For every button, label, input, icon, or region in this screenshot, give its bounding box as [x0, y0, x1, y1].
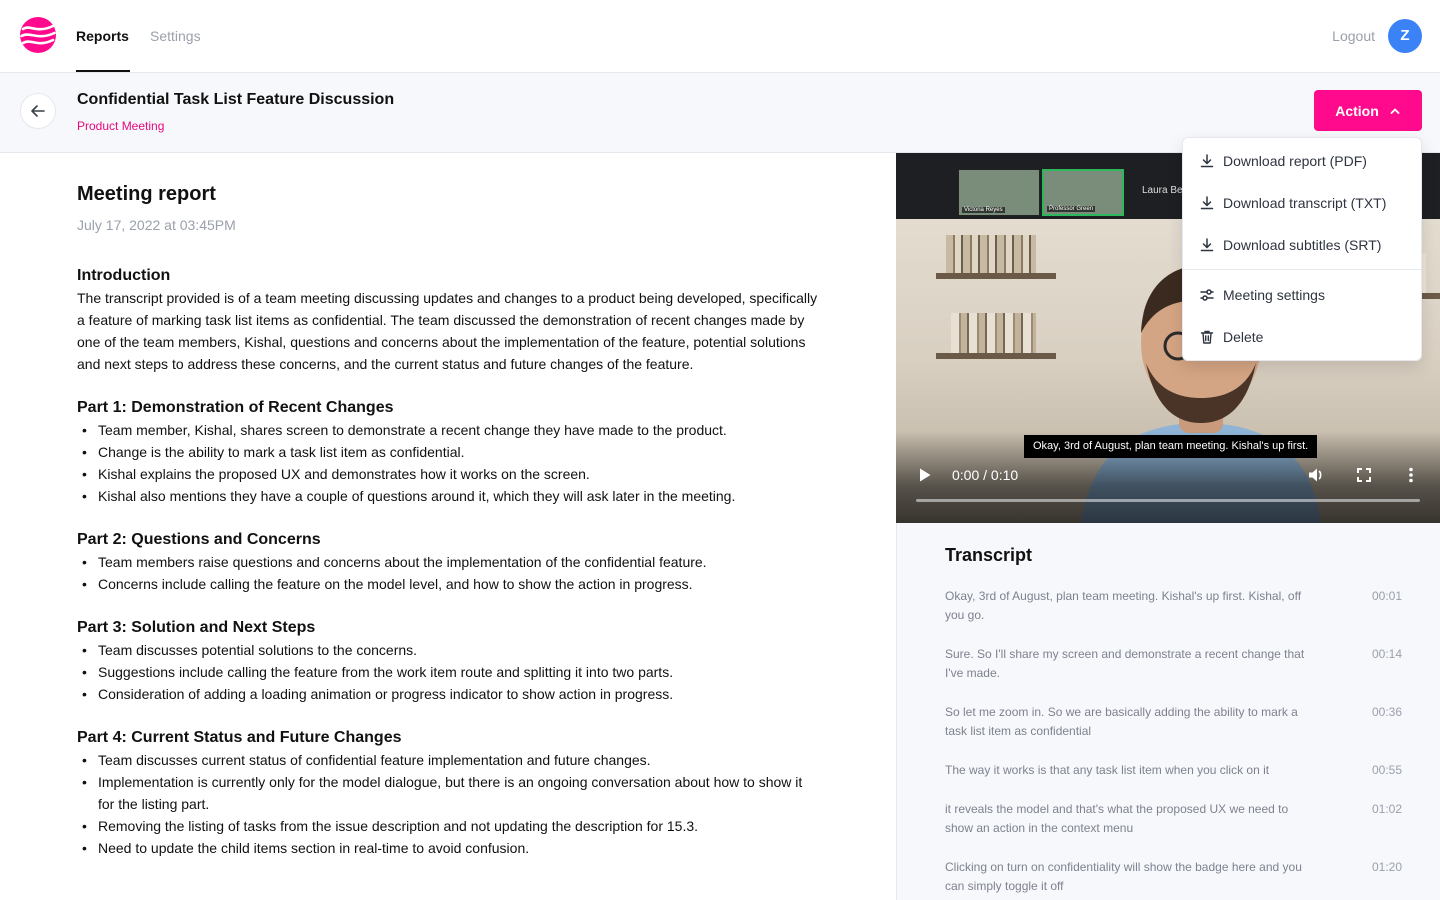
report-date: July 17, 2022 at 03:45PM [77, 217, 236, 233]
video-shelf [936, 353, 1056, 359]
logout-link[interactable]: Logout [1332, 28, 1375, 44]
play-icon[interactable] [918, 467, 932, 483]
report-bullet: Team discusses current status of confide… [77, 749, 822, 771]
sliders-icon [1200, 289, 1214, 301]
report-bullet: Team member, Kishal, shares screen to de… [77, 419, 822, 441]
report-section-part-3: Part 3: Solution and Next Steps Team dis… [77, 617, 822, 705]
video-timecode: 0:00 / 0:10 [952, 467, 1019, 483]
participant-name: Professor Green [1047, 206, 1096, 212]
section-title: Part 2: Questions and Concerns [77, 531, 321, 548]
video-books [946, 235, 1036, 273]
menu-item-download-subtitles[interactable]: Download subtitles (SRT) [1183, 227, 1421, 263]
video-progress-bar[interactable] [916, 499, 1420, 502]
transcript-text: Sure. So I'll share my screen and demons… [945, 647, 1305, 680]
report-section-part-4: Part 4: Current Status and Future Change… [77, 727, 822, 859]
section-title: Part 3: Solution and Next Steps [77, 619, 316, 636]
transcript-timestamp[interactable]: 01:20 [1372, 858, 1402, 877]
report-bullet: Team members raise questions and concern… [77, 551, 822, 573]
report-bullet: Removing the listing of tasks from the i… [77, 815, 822, 837]
meeting-report: Meeting report July 17, 2022 at 03:45PM … [77, 153, 822, 900]
download-icon [1200, 154, 1214, 168]
section-title: Part 4: Current Status and Future Change… [77, 729, 402, 746]
brand-logo-icon[interactable] [20, 17, 56, 53]
user-avatar[interactable]: Z [1388, 19, 1422, 53]
section-title: Introduction [77, 267, 171, 284]
transcript-panel: Transcript Okay, 3rd of August, plan tea… [896, 523, 1440, 900]
transcript-entry[interactable]: Clicking on turn on confidentiality will… [945, 858, 1402, 896]
download-icon [1200, 196, 1214, 210]
menu-item-label: Meeting settings [1223, 287, 1325, 303]
menu-item-label: Delete [1223, 329, 1264, 345]
transcript-entry[interactable]: Sure. So I'll share my screen and demons… [945, 645, 1402, 683]
transcript-title: Transcript [945, 545, 1033, 565]
meeting-title: Confidential Task List Feature Discussio… [77, 91, 395, 108]
menu-item-label: Download transcript (TXT) [1223, 195, 1387, 211]
transcript-timestamp[interactable]: 00:14 [1372, 645, 1402, 664]
participant-name: Victoria Reyes [962, 207, 1005, 213]
action-button[interactable]: Action [1314, 90, 1422, 131]
arrow-left-icon [31, 105, 45, 117]
transcript-text: Okay, 3rd of August, plan team meeting. … [945, 589, 1302, 622]
report-bullet: Implementation is currently only for the… [77, 771, 822, 815]
chevron-up-icon [1390, 108, 1400, 114]
menu-item-download-transcript[interactable]: Download transcript (TXT) [1183, 185, 1421, 221]
report-bullet: Concerns include calling the feature on … [77, 573, 822, 595]
report-body: Introduction The transcript provided is … [77, 265, 822, 881]
transcript-entry[interactable]: The way it works is that any task list i… [945, 761, 1402, 780]
fullscreen-icon[interactable] [1356, 467, 1372, 483]
transcript-timestamp[interactable]: 00:36 [1372, 703, 1402, 722]
report-bullet: Consideration of adding a loading animat… [77, 683, 822, 705]
transcript-entry[interactable]: So let me zoom in. So we are basically a… [945, 703, 1402, 741]
report-bullet: Suggestions include calling the feature … [77, 661, 822, 683]
menu-item-download-report[interactable]: Download report (PDF) [1183, 143, 1421, 179]
transcript-text: Clicking on turn on confidentiality will… [945, 860, 1302, 893]
report-bullet: Kishal explains the proposed UX and demo… [77, 463, 822, 485]
top-navigation: Reports Settings Logout Z [0, 0, 1440, 73]
download-icon [1200, 238, 1214, 252]
back-button[interactable] [20, 93, 56, 129]
action-menu: Download report (PDF) Download transcrip… [1182, 137, 1422, 361]
video-caption: Okay, 3rd of August, plan team meeting. … [1024, 435, 1318, 458]
transcript-entry[interactable]: Okay, 3rd of August, plan team meeting. … [945, 587, 1402, 625]
more-vertical-icon[interactable] [1408, 467, 1414, 483]
report-section-part-1: Part 1: Demonstration of Recent Changes … [77, 397, 822, 507]
report-section-introduction: Introduction The transcript provided is … [77, 265, 822, 375]
menu-item-meeting-settings[interactable]: Meeting settings [1183, 277, 1421, 313]
report-bullet: Need to update the child items section i… [77, 837, 822, 859]
transcript-text: it reveals the model and that's what the… [945, 802, 1289, 835]
transcript-timestamp[interactable]: 01:02 [1372, 800, 1402, 819]
menu-item-label: Download report (PDF) [1223, 153, 1367, 169]
report-bullet: Team discusses potential solutions to th… [77, 639, 822, 661]
menu-divider [1183, 269, 1421, 270]
report-bullet: Change is the ability to mark a task lis… [77, 441, 822, 463]
transcript-timestamp[interactable]: 00:01 [1372, 587, 1402, 606]
transcript-text: The way it works is that any task list i… [945, 763, 1270, 777]
volume-icon[interactable] [1307, 466, 1325, 484]
transcript-entry[interactable]: it reveals the model and that's what the… [945, 800, 1402, 838]
participant-thumbnail-active: Professor Green [1042, 169, 1124, 216]
section-title: Part 1: Demonstration of Recent Changes [77, 399, 394, 416]
report-heading: Meeting report [77, 183, 216, 205]
report-section-part-2: Part 2: Questions and Concerns Team memb… [77, 529, 822, 595]
speaker-name: Laura Be [1142, 185, 1183, 196]
transcript-timestamp[interactable]: 00:55 [1372, 761, 1402, 780]
report-bullet: Kishal also mentions they have a couple … [77, 485, 822, 507]
section-paragraph: The transcript provided is of a team mee… [77, 290, 818, 372]
meeting-type-label[interactable]: Product Meeting [77, 119, 164, 133]
tab-settings[interactable]: Settings [150, 0, 201, 72]
menu-item-label: Download subtitles (SRT) [1223, 237, 1382, 253]
transcript-text: So let me zoom in. So we are basically a… [945, 705, 1298, 738]
video-books [951, 313, 1036, 353]
menu-item-delete[interactable]: Delete [1183, 319, 1421, 355]
video-shelf [936, 273, 1056, 279]
trash-icon [1200, 330, 1214, 344]
participant-thumbnail: Victoria Reyes [958, 169, 1040, 216]
tab-reports[interactable]: Reports [76, 0, 130, 72]
action-button-label: Action [1335, 102, 1379, 119]
